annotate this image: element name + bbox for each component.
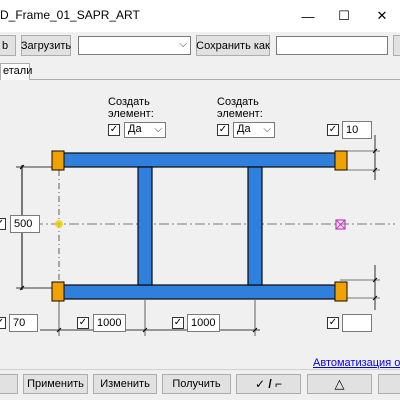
triangle-icon-button[interactable]: △ — [307, 374, 372, 394]
footer-divider — [0, 369, 400, 370]
bottom-chord-member — [58, 284, 340, 300]
span-1-dimension-input[interactable]: 1000 — [93, 314, 126, 332]
footer-partial-button[interactable] — [0, 374, 18, 394]
end-cap-top-left — [51, 150, 65, 171]
bottom-left-checkbox[interactable]: ✓ — [0, 317, 6, 329]
post-member-2 — [247, 166, 263, 286]
span-1-checkbox[interactable]: ✓ — [77, 317, 89, 329]
end-cap-bottom-left — [51, 281, 65, 302]
bottom-right-dimension-input[interactable] — [342, 314, 372, 332]
span-2-checkbox[interactable]: ✓ — [172, 317, 184, 329]
apply-button[interactable]: Применить — [23, 374, 88, 394]
footer-edge-button[interactable] — [378, 374, 400, 394]
change-button[interactable]: Изменить — [93, 374, 157, 394]
height-checkbox[interactable]: ✓ — [0, 218, 6, 230]
toggle-check-button[interactable]: ✓ / ⌐ — [236, 374, 301, 394]
bottom-left-dimension-input[interactable]: 70 — [9, 314, 38, 332]
frame-diagram — [15, 135, 395, 336]
end-cap-bottom-right — [334, 281, 348, 302]
end-cap-top-right — [334, 150, 348, 171]
get-button[interactable]: Получить — [162, 374, 231, 394]
top-chord-member — [58, 152, 340, 168]
bottom-right-checkbox[interactable]: ✓ — [327, 317, 339, 329]
span-2-dimension-input[interactable]: 1000 — [187, 314, 220, 332]
automation-link[interactable]: Автоматизация от S — [313, 357, 400, 369]
axis-marker-yellow — [55, 220, 63, 228]
height-dimension-input[interactable]: 500 — [10, 215, 40, 233]
post-member-1 — [137, 166, 153, 286]
